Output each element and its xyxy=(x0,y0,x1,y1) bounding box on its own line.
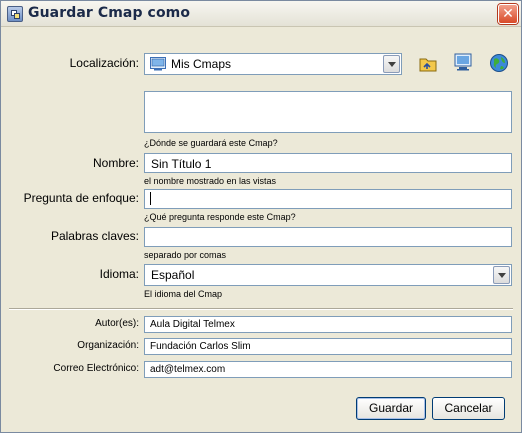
location-select[interactable]: Mis Cmaps xyxy=(144,53,402,75)
language-select[interactable]: Español xyxy=(144,264,512,286)
dialog-content: Localización: Mis Cmaps ¿Dónde se guarda… xyxy=(1,28,521,433)
email-label: Correo Electrónico: xyxy=(53,363,139,374)
language-hint: El idioma del Cmap xyxy=(144,289,223,299)
globe-icon[interactable] xyxy=(489,53,509,73)
focus-question-label: Pregunta de enfoque: xyxy=(23,191,139,205)
save-button[interactable]: Guardar xyxy=(356,397,426,420)
location-path-area[interactable] xyxy=(144,91,512,133)
dialog-title: Guardar Cmap como xyxy=(28,5,191,21)
location-hint: ¿Dónde se guardará este Cmap? xyxy=(144,138,278,148)
authors-field[interactable]: Aula Digital Telmex xyxy=(144,316,512,333)
location-label: Localización: xyxy=(69,56,139,70)
name-label: Nombre: xyxy=(92,156,139,170)
close-button[interactable]: ✕ xyxy=(498,4,518,24)
location-value: Mis Cmaps xyxy=(171,57,232,71)
chevron-down-icon[interactable] xyxy=(493,266,510,284)
organization-field[interactable]: Fundación Carlos Slim xyxy=(144,338,512,355)
chevron-down-icon[interactable] xyxy=(383,55,400,73)
text-caret xyxy=(150,192,151,205)
title-bar[interactable]: Guardar Cmap como ✕ xyxy=(1,1,521,27)
organization-label: Organización: xyxy=(77,340,139,351)
name-field[interactable]: Sin Título 1 xyxy=(144,153,512,173)
keywords-label: Palabras claves: xyxy=(50,229,139,243)
divider xyxy=(9,308,513,310)
language-value: Español xyxy=(151,268,195,282)
language-label: Idioma: xyxy=(99,267,139,281)
cmap-folder-icon xyxy=(150,57,166,71)
email-field[interactable]: adt@telmex.com xyxy=(144,361,512,378)
focus-question-hint: ¿Qué pregunta responde este Cmap? xyxy=(144,212,296,222)
monitor-icon[interactable] xyxy=(453,52,473,72)
focus-question-field[interactable] xyxy=(144,189,512,209)
keywords-field[interactable] xyxy=(144,227,512,247)
name-hint: el nombre mostrado en las vistas xyxy=(144,176,277,186)
save-cmap-dialog: Guardar Cmap como ✕ Localización: Mis Cm… xyxy=(0,0,522,433)
cmap-app-icon xyxy=(7,6,23,22)
authors-label: Autor(es): xyxy=(95,318,139,329)
keywords-hint: separado por comas xyxy=(144,250,227,260)
folder-up-icon[interactable] xyxy=(418,54,438,74)
cancel-button[interactable]: Cancelar xyxy=(432,397,505,420)
